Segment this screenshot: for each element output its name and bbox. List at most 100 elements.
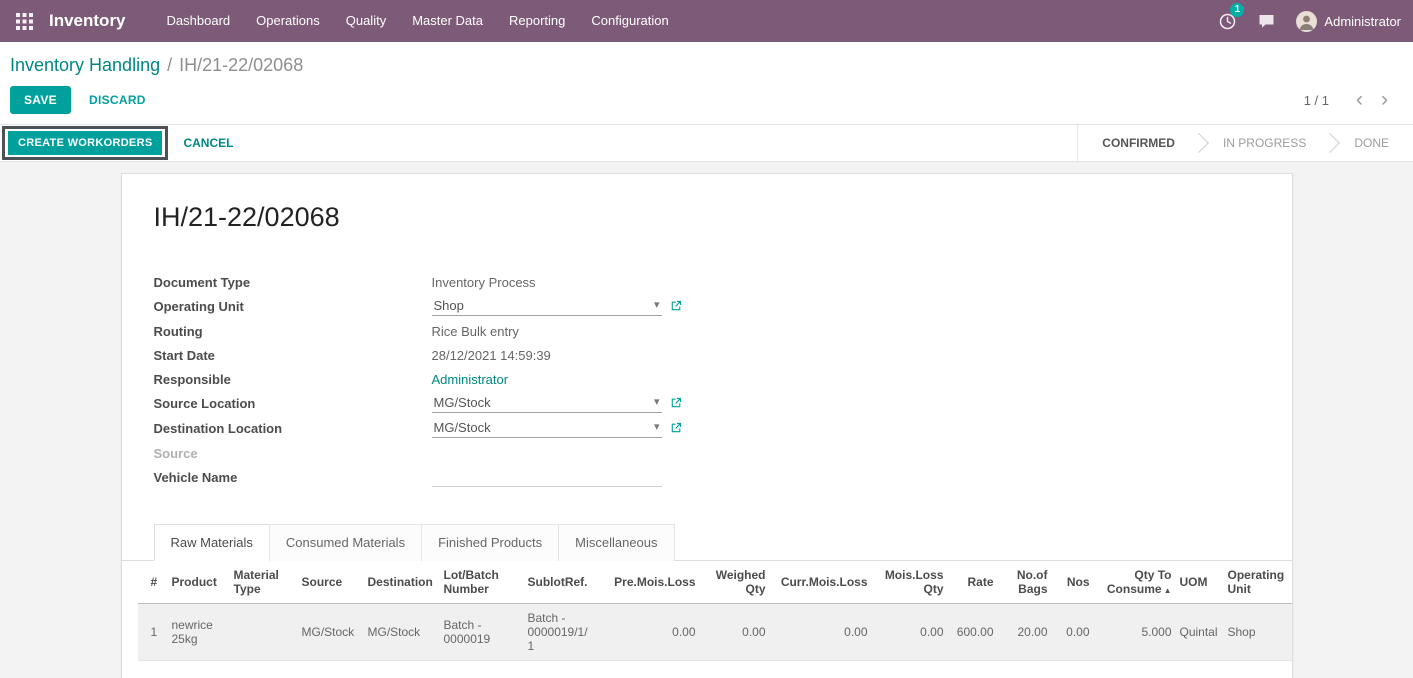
- pager-next-icon[interactable]: ›: [1372, 89, 1397, 110]
- pager-previous-icon[interactable]: ‹: [1347, 89, 1372, 110]
- caret-down-icon[interactable]: ▾: [654, 300, 660, 311]
- tab-finished-products[interactable]: Finished Products: [421, 524, 560, 561]
- external-link-icon[interactable]: [671, 297, 682, 311]
- qty-to-consume-header-label: Qty To Consume: [1106, 568, 1172, 596]
- document-type-value: Inventory Process: [431, 275, 536, 290]
- vehicle-name-label: Vehicle Name: [153, 470, 238, 485]
- apps-menu-button[interactable]: [10, 9, 39, 34]
- source-location-dropdown[interactable]: MG/Stock ▾: [431, 394, 662, 413]
- col-destination[interactable]: Destination: [363, 561, 440, 604]
- table-header-row: # Product Material Type Source Destinati…: [137, 561, 1292, 604]
- col-product[interactable]: Product: [167, 561, 230, 604]
- col-sublot-ref[interactable]: SublotRef.: [523, 561, 598, 604]
- discard-button[interactable]: DISCARD: [89, 93, 146, 107]
- tab-raw-materials[interactable]: Raw Materials: [153, 524, 270, 561]
- activities-button[interactable]: 1: [1208, 2, 1247, 34]
- menu-master-data[interactable]: Master Data: [399, 0, 496, 42]
- col-index[interactable]: #: [137, 561, 168, 604]
- col-mois-loss-qty[interactable]: Mois.Loss Qty: [871, 561, 948, 604]
- operating-unit-label: Operating Unit: [153, 299, 244, 314]
- responsible-value-link[interactable]: Administrator: [432, 370, 509, 387]
- top-navbar: Inventory Dashboard Operations Quality M…: [0, 0, 1413, 42]
- menu-quality[interactable]: Quality: [333, 0, 399, 42]
- col-source[interactable]: Source: [297, 561, 364, 604]
- document-type-label: Document Type: [153, 275, 251, 290]
- cell-no-of-bags: 20.00: [1017, 625, 1048, 639]
- caret-down-icon[interactable]: ▾: [654, 422, 660, 433]
- status-confirmed[interactable]: CONFIRMED: [1078, 125, 1199, 161]
- vehicle-name-input[interactable]: [431, 468, 662, 487]
- action-bar: CREATE WORKORDERS CANCEL CONFIRMED IN PR…: [0, 124, 1413, 162]
- status-bar: CONFIRMED IN PROGRESS DONE: [1077, 125, 1413, 161]
- messages-button[interactable]: [1247, 9, 1286, 33]
- tab-consumed-materials[interactable]: Consumed Materials: [268, 524, 423, 561]
- cell-curr-mois-loss: 0.00: [844, 625, 868, 639]
- pager-count: 1 / 1: [1303, 92, 1329, 108]
- start-date-label: Start Date: [153, 348, 215, 363]
- field-destination-location: Destination Location MG/Stock ▾: [154, 419, 1260, 438]
- field-routing: Routing Rice Bulk entry: [154, 322, 1260, 340]
- raw-materials-table: # Product Material Type Source Destinati…: [137, 561, 1292, 661]
- field-vehicle-name: Vehicle Name: [154, 468, 1260, 487]
- col-rate[interactable]: Rate: [947, 561, 998, 604]
- cell-mois-loss-qty: 0.00: [920, 625, 944, 639]
- create-workorders-button[interactable]: CREATE WORKORDERS: [8, 131, 163, 155]
- destination-location-dropdown[interactable]: MG/Stock ▾: [431, 419, 662, 438]
- status-done[interactable]: DONE: [1330, 125, 1413, 161]
- menu-dashboard[interactable]: Dashboard: [154, 0, 244, 42]
- apps-grid-icon: [16, 12, 33, 30]
- breadcrumb-parent-link[interactable]: Inventory Handling: [10, 55, 160, 75]
- col-qty-to-consume[interactable]: Qty To Consume ▲: [1093, 561, 1176, 604]
- cell-material-type: [230, 604, 298, 661]
- operating-unit-value: Shop: [433, 298, 464, 313]
- avatar: [1296, 10, 1318, 32]
- source-label: Source: [153, 446, 198, 461]
- menu-configuration[interactable]: Configuration: [578, 0, 681, 42]
- cell-destination: MG/Stock: [367, 625, 421, 639]
- operating-unit-dropdown[interactable]: Shop ▾: [431, 297, 662, 316]
- field-source: Source: [154, 444, 1260, 462]
- cell-rate: 600.00: [956, 625, 994, 639]
- form-controls: SAVE DISCARD 1 / 1 ‹ ›: [0, 78, 1413, 124]
- chat-bubble-icon: [1259, 15, 1274, 28]
- cell-weighed-qty: 0.00: [742, 625, 766, 639]
- cell-index: 1: [150, 625, 158, 639]
- external-link-icon[interactable]: [671, 394, 682, 408]
- source-location-label: Source Location: [153, 396, 256, 411]
- table-row[interactable]: 1 newrice 25kg MG/Stock MG/Stock Batch -…: [137, 603, 1292, 661]
- col-uom[interactable]: UOM: [1175, 561, 1224, 604]
- cell-lot-batch-number: Batch - 0000019: [443, 618, 491, 646]
- caret-down-icon[interactable]: ▾: [654, 397, 660, 408]
- highlight-annotation-box: CREATE WORKORDERS: [2, 126, 169, 160]
- save-button[interactable]: SAVE: [10, 86, 71, 114]
- document-title: IH/21-22/02068: [153, 202, 340, 232]
- pager: 1 / 1 ‹ ›: [1303, 89, 1397, 110]
- col-lot-batch-number[interactable]: Lot/Batch Number: [439, 561, 524, 604]
- col-curr-mois-loss[interactable]: Curr.Mois.Loss: [769, 561, 872, 604]
- col-material-type[interactable]: Material Type: [229, 561, 298, 604]
- notebook-tabs: Raw Materials Consumed Materials Finishe…: [121, 523, 1292, 561]
- app-title[interactable]: Inventory: [49, 11, 126, 31]
- raw-materials-table-wrap: # Product Material Type Source Destinati…: [137, 561, 1292, 661]
- status-in-progress[interactable]: IN PROGRESS: [1199, 125, 1330, 161]
- destination-location-label: Destination Location: [153, 421, 283, 436]
- col-nos[interactable]: Nos: [1051, 561, 1094, 604]
- activity-count-badge: 1: [1230, 2, 1245, 17]
- col-operating-unit[interactable]: Operating Unit: [1223, 561, 1292, 604]
- col-weighed-qty[interactable]: Weighed Qty: [699, 561, 770, 604]
- cancel-button[interactable]: CANCEL: [183, 136, 233, 150]
- field-source-location: Source Location MG/Stock ▾: [154, 394, 1260, 413]
- external-link-icon[interactable]: [671, 419, 682, 433]
- user-menu[interactable]: Administrator: [1286, 10, 1403, 32]
- cell-uom: Quintal: [1179, 625, 1218, 639]
- form-sheet: IH/21-22/02068 Document Type Inventory P…: [120, 173, 1293, 678]
- menu-operations[interactable]: Operations: [243, 0, 333, 42]
- content-area: IH/21-22/02068 Document Type Inventory P…: [0, 162, 1413, 678]
- menu-reporting[interactable]: Reporting: [496, 0, 578, 42]
- start-date-value: 28/12/2021 14:59:39: [431, 348, 551, 363]
- col-no-of-bags[interactable]: No.of Bags: [997, 561, 1052, 604]
- field-responsible: Responsible Administrator: [154, 370, 1260, 388]
- tab-miscellaneous[interactable]: Miscellaneous: [558, 524, 675, 561]
- col-pre-mois-loss[interactable]: Pre.Mois.Loss: [597, 561, 700, 604]
- cell-source: MG/Stock: [301, 625, 355, 639]
